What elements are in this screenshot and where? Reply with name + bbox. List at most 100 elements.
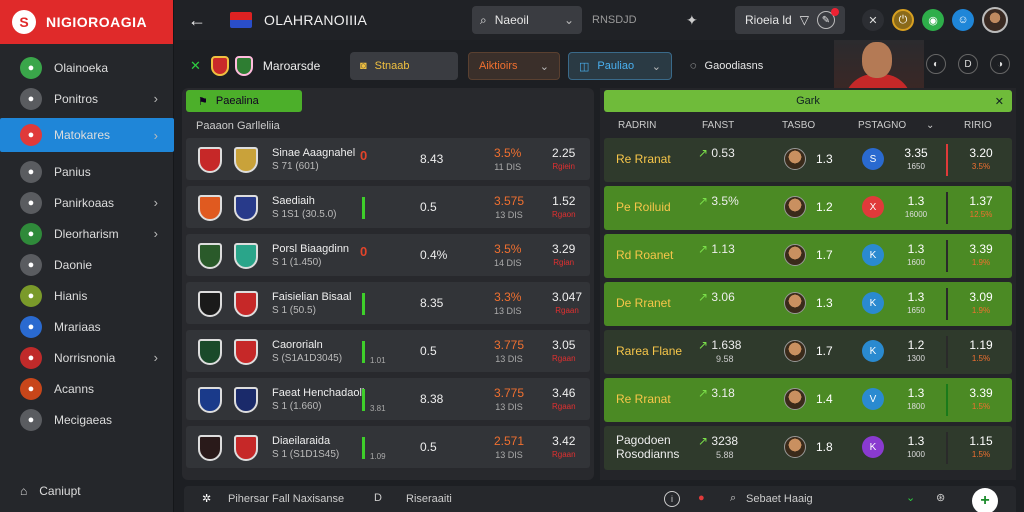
value-3-main: 3.46: [552, 386, 576, 400]
stats-row[interactable]: Pagodoen Rosodianns ↗ 3238 5.88 1.8 K 1.3 1000 1…: [604, 426, 1012, 470]
status-indicator: 0: [360, 244, 368, 259]
settings-icon[interactable]: ✲: [202, 492, 211, 505]
value-2-sub: 11 DIS: [494, 162, 522, 172]
avatar[interactable]: [982, 7, 1008, 33]
d-icon[interactable]: D: [374, 492, 382, 504]
match-row[interactable]: Saediaih S 1S1 (30.5.0) 0.5 3.575 13 DIS 1.52…: [186, 186, 590, 228]
sidebar-item-1[interactable]: ● Ponitros ›: [0, 83, 174, 114]
match-row[interactable]: Diaeilaraida S 1 (S1D1S45) 1.09 0.5 2.571 13 …: [186, 426, 590, 468]
team-badge-icon: K: [862, 292, 884, 314]
search-hint: RNSDJD: [592, 14, 637, 26]
pill-aiktioirs[interactable]: Aiktioirs ⌄: [468, 52, 560, 80]
pin-icon[interactable]: ✦: [686, 12, 698, 29]
trophy-icon: ◙: [360, 60, 367, 72]
user-icon: ●: [20, 377, 42, 400]
value-1: 8.35: [420, 296, 444, 310]
add-button[interactable]: +: [972, 488, 998, 512]
sidebar-item-10[interactable]: ● Acanns: [0, 373, 174, 404]
pill-pauliao[interactable]: ◫ Pauliao ⌄: [568, 52, 672, 80]
search-icon[interactable]: ⌕: [730, 492, 736, 505]
sidebar-item-11[interactable]: ● Mecigaeas: [0, 404, 174, 435]
power-icon[interactable]: ⏻: [892, 9, 914, 31]
filter-label: Rioeia ld: [745, 13, 792, 27]
sidebar-item-2[interactable]: ● Matokares ›: [0, 118, 174, 152]
x-icon[interactable]: ✕: [862, 9, 884, 31]
back-arrow-icon[interactable]: ←: [188, 10, 214, 31]
sidebar-item-label: Mrariaas: [54, 319, 101, 334]
record-icon[interactable]: ●: [698, 492, 705, 504]
match-subbar: ✕ Maroarsde ◙ Stnaab Aiktioirs ⌄ ◫ Pauli…: [174, 44, 850, 88]
bottom-text-2: Riseraaiti: [406, 493, 452, 505]
edit-icon[interactable]: ✎: [817, 8, 839, 29]
column-header[interactable]: PSTAGNO: [858, 120, 906, 131]
value-2-main: 3.3%: [494, 290, 522, 304]
close-icon[interactable]: ✕: [995, 95, 1004, 108]
stats-row[interactable]: Rarea Flane ↗ 1.638 9.58 1.7 K 1.2 1300 1.19 1.5…: [604, 330, 1012, 374]
sidebar-item-3[interactable]: ● Panius: [0, 156, 174, 187]
sidebar-item-6[interactable]: ● Daonie: [0, 249, 174, 280]
panel-header[interactable]: ⚑ Paealina: [186, 90, 302, 112]
panel-subheader: Paaaon Garlleliia: [196, 120, 280, 132]
value-3: 1.15 1.5%: [956, 434, 1006, 462]
info-icon[interactable]: i: [664, 491, 680, 507]
value-2-main: 3.775: [494, 386, 525, 400]
stats-row[interactable]: Rd Roanet ↗ 1.13 1.7 K 1.3 1600 3.39 1.9%: [604, 234, 1012, 278]
value-2-main: 1.3: [907, 434, 925, 448]
stats-row[interactable]: Pe Roiluid ↗ 3.5% 1.2 X 1.3 16000 1.37 12.5%: [604, 186, 1012, 230]
value-3-main: 1.19: [969, 338, 993, 352]
match-row[interactable]: Faisielian Bisaal S 1 (50.5) 8.35 3.3% 13 DI…: [186, 282, 590, 324]
value-1: 8.38: [420, 392, 444, 406]
stats-row[interactable]: Re Rranat ↗ 3.18 1.4 V 1.3 1800 3.39 1.5%: [604, 378, 1012, 422]
sidebar-item-label: Ponitros: [54, 91, 99, 106]
value-1: 1.7: [816, 344, 833, 358]
gamepad-icon[interactable]: ◉: [922, 9, 944, 31]
stats-row[interactable]: Re Rranat ↗ 0.53 1.3 S 3.35 1650 3.20 3.5%: [604, 138, 1012, 182]
value-2: 1.2 1300: [896, 338, 936, 366]
stats-row[interactable]: De Rranet ↗ 3.06 1.3 K 1.3 1650 3.09 1.9%: [604, 282, 1012, 326]
match-row[interactable]: Caororialn S (S1A1D3045) 1.01 0.5 3.775 13 DI…: [186, 330, 590, 372]
user-circle-icon[interactable]: ☺: [952, 9, 974, 31]
row-name-sub: Rosodianns: [616, 447, 680, 461]
value-3: 3.46 Rgaan: [552, 386, 576, 414]
trend-main: 0.53: [711, 146, 735, 160]
value-3: 3.39 1.9%: [956, 242, 1006, 270]
match-row[interactable]: Porsl Biaagdinn S 1 (1.450) 0 0.4% 3.5% 14 DI…: [186, 234, 590, 276]
trend-up-icon: ↗: [698, 338, 712, 352]
close-icon[interactable]: ✕: [190, 58, 201, 74]
value-2-sub: 14 DIS: [494, 258, 522, 268]
value-2-sub: 1650: [907, 306, 925, 315]
sort-chevron-icon[interactable]: ⌄: [926, 120, 934, 131]
filter-dropdown[interactable]: Rioeia ld ▽ ✎: [735, 6, 845, 34]
sidebar-item-7[interactable]: ● Hianis: [0, 280, 174, 311]
sidebar-item-8[interactable]: ● Mrariaas: [0, 311, 174, 342]
chevron-down-icon[interactable]: ⌄: [906, 491, 915, 504]
match-title: Diaeilaraida: [272, 435, 331, 447]
d-icon[interactable]: D: [958, 54, 978, 74]
team-badge-icon: K: [862, 436, 884, 458]
match-row[interactable]: Faeat Henchadaoli S 1 (1.660) 3.81 8.38 3.77…: [186, 378, 590, 420]
sidebar-item-bottom[interactable]: ⌂ Caniupt: [20, 484, 81, 498]
value-2: 3.5% 11 DIS: [494, 146, 521, 174]
search-input[interactable]: ⌕ Naeoil ⌄: [472, 6, 582, 34]
sidebar-item-label: Acanns: [54, 381, 95, 396]
pill-stnaab[interactable]: ◙ Stnaab: [350, 52, 458, 80]
sidebar-item-9[interactable]: ● Norrisnonia ›: [0, 342, 174, 373]
search-value: Naeoil: [494, 13, 529, 27]
search-icon: ⌕: [480, 12, 487, 27]
value-3: 3.42 Rgaan: [552, 434, 576, 462]
brand-header[interactable]: S NIGIOROAGIA: [0, 0, 173, 44]
globe-icon[interactable]: ⊛: [936, 491, 945, 504]
sidebar-item-0[interactable]: ● Olainoeka: [0, 52, 174, 83]
player-image: [834, 40, 924, 92]
sidebar-item-5[interactable]: ● Dleorharism ›: [0, 218, 174, 249]
value-3-main: 3.42: [552, 434, 576, 448]
toggle-icon[interactable]: ◐: [926, 54, 946, 74]
sidebar-item-4[interactable]: ● Panirkoaas ›: [0, 187, 174, 218]
theme-icon[interactable]: ◑: [990, 54, 1010, 74]
match-row[interactable]: Sinae Aaagnahel S 71 (601) 0 8.43 3.5% 11 DIS…: [186, 138, 590, 180]
chevron-down-icon: ⌄: [563, 13, 574, 27]
divider: [946, 384, 948, 416]
value-3: 3.29 Rgian: [552, 242, 575, 270]
divider: [946, 192, 948, 224]
stats-header[interactable]: Gark ✕: [604, 90, 1012, 112]
